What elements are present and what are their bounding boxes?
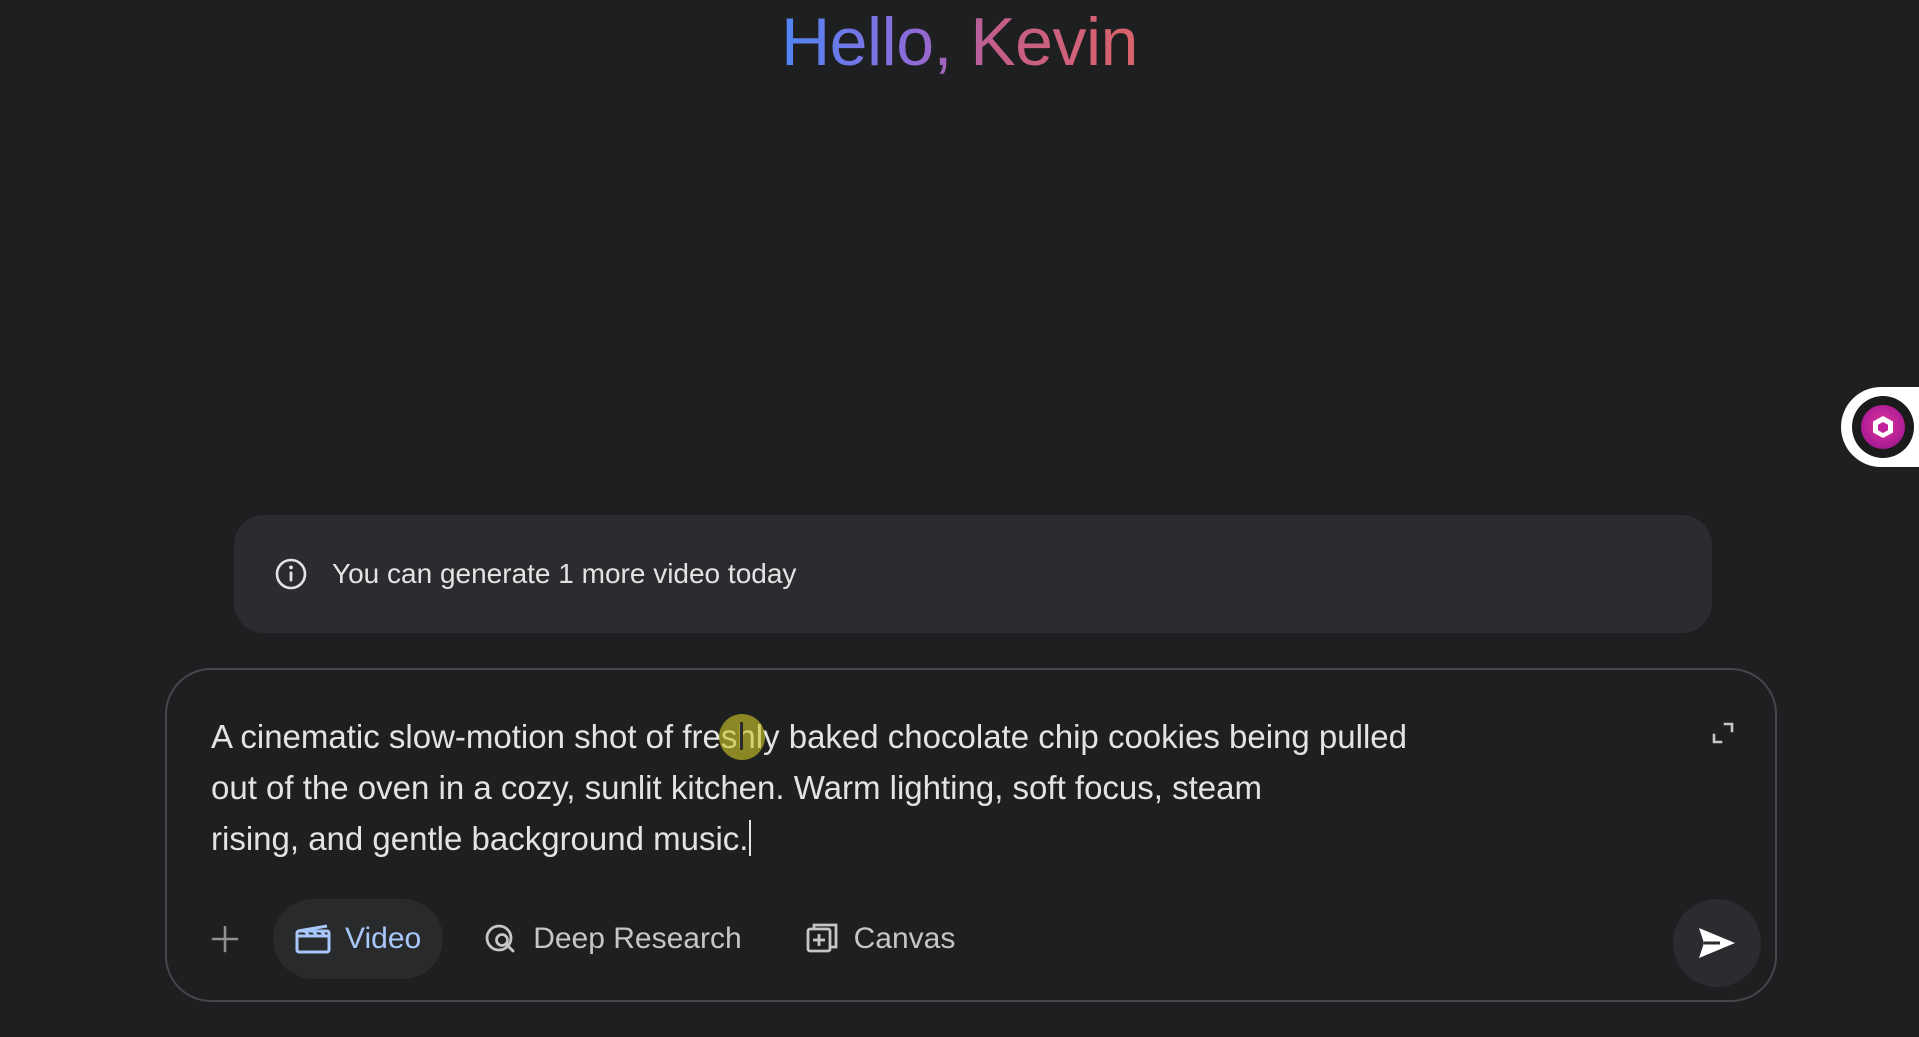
canvas-tool-button[interactable]: Canvas — [782, 899, 978, 979]
deep-research-label: Deep Research — [533, 922, 742, 955]
clapperboard-icon — [293, 919, 333, 959]
greeting-text: Hello, Kevin — [781, 4, 1138, 80]
plus-icon[interactable] — [197, 911, 253, 967]
send-icon[interactable] — [1673, 899, 1761, 987]
video-tool-button[interactable]: Video — [273, 899, 444, 979]
widget-ring — [1852, 396, 1914, 458]
text-caret — [749, 820, 752, 856]
greeting-heading: Hello, Kevin — [0, 2, 1919, 82]
composer-toolbar: Video Deep Research Canvas — [197, 899, 977, 979]
prompt-text: A cinematic slow-motion shot of freshly … — [211, 718, 1407, 857]
deep-research-tool-button[interactable]: Deep Research — [461, 899, 763, 979]
canvas-label: Canvas — [853, 922, 956, 955]
canvas-icon — [802, 919, 842, 959]
gemini-page: Hello, Kevin You can generate 1 more vid… — [0, 0, 1919, 1037]
hexagon-app-icon — [1861, 405, 1905, 449]
prompt-composer: A cinematic slow-motion shot of freshly … — [165, 668, 1777, 1002]
info-icon — [274, 557, 308, 591]
deep-research-icon — [481, 919, 521, 959]
prompt-input[interactable]: A cinematic slow-motion shot of freshly … — [211, 711, 1541, 864]
expand-icon[interactable] — [1703, 713, 1743, 753]
notice-text: You can generate 1 more video today — [332, 558, 797, 589]
video-limit-notice: You can generate 1 more video today — [234, 515, 1712, 633]
video-tool-label: Video — [345, 922, 422, 955]
side-extension-widget[interactable] — [1841, 387, 1919, 467]
